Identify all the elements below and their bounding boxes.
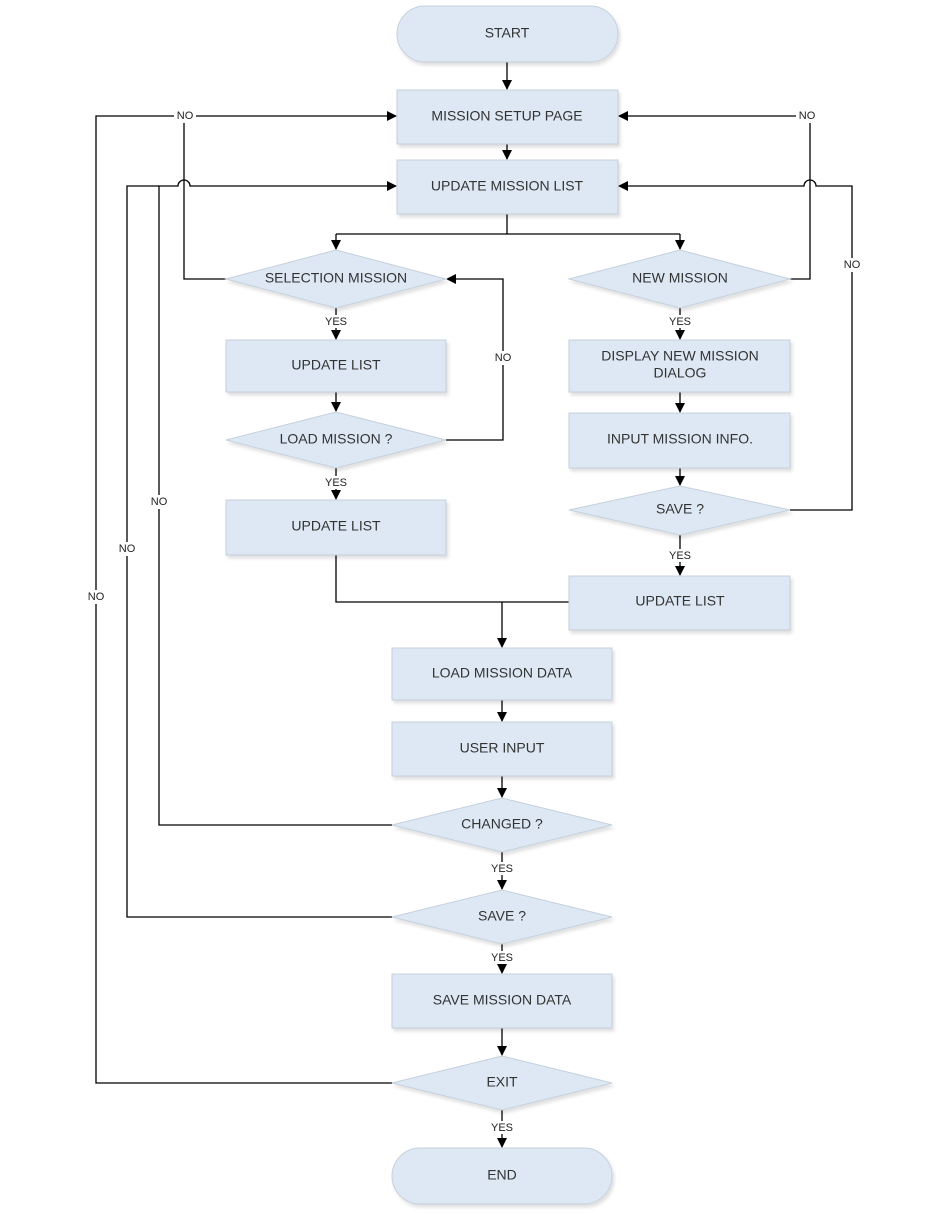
flowchart: START MISSION SETUP PAGE UPDATE MISSION … <box>85 5 863 1205</box>
merge-line <box>335 555 569 603</box>
update-mission-list-label: UPDATE MISSION LIST <box>431 178 584 194</box>
display-dialog-label-line2: DIALOG <box>654 365 707 381</box>
save-label: SAVE ? <box>478 908 526 924</box>
save-new-no-label: NO <box>844 259 861 271</box>
exit-label: EXIT <box>486 1074 518 1090</box>
selection-no-label: NO <box>177 110 194 122</box>
save-yes-label: YES <box>491 952 513 964</box>
save-no-label: NO <box>119 543 136 555</box>
load-mission-data-label: LOAD MISSION DATA <box>432 665 573 681</box>
load-mission-no-label: NO <box>495 352 512 364</box>
update-list-1-label: UPDATE LIST <box>291 357 381 373</box>
changed-yes-label: YES <box>491 863 513 875</box>
start-label: START <box>485 25 530 41</box>
save-mission-data-label: SAVE MISSION DATA <box>433 992 572 1008</box>
selection-mission-label: SELECTION MISSION <box>265 270 407 286</box>
load-mission-label: LOAD MISSION ? <box>280 431 393 447</box>
new-mission-no-line <box>618 111 811 280</box>
update-list-3-label: UPDATE LIST <box>635 593 725 609</box>
selection-yes-label: YES <box>325 316 347 328</box>
changed-label: CHANGED ? <box>461 816 543 832</box>
end-label: END <box>487 1167 517 1183</box>
save-new-yes-label: YES <box>669 550 691 562</box>
input-mission-info-label: INPUT MISSION INFO. <box>607 431 753 447</box>
new-mission-label: NEW MISSION <box>632 270 728 286</box>
selection-no-line <box>183 116 226 280</box>
changed-no-label: NO <box>151 496 168 508</box>
user-input-label: USER INPUT <box>460 740 545 756</box>
mission-setup-page-label: MISSION SETUP PAGE <box>431 108 582 124</box>
load-mission-yes-label: YES <box>325 477 347 489</box>
new-mission-no-label: NO <box>799 110 816 122</box>
exit-yes-label: YES <box>491 1122 513 1134</box>
split-line <box>336 214 680 235</box>
display-dialog-label-line1: DISPLAY NEW MISSION <box>601 348 758 364</box>
exit-no-label: NO <box>88 591 105 603</box>
update-list-2-label: UPDATE LIST <box>291 518 381 534</box>
save-new-label: SAVE ? <box>656 501 704 517</box>
new-mission-yes-label: YES <box>669 316 691 328</box>
